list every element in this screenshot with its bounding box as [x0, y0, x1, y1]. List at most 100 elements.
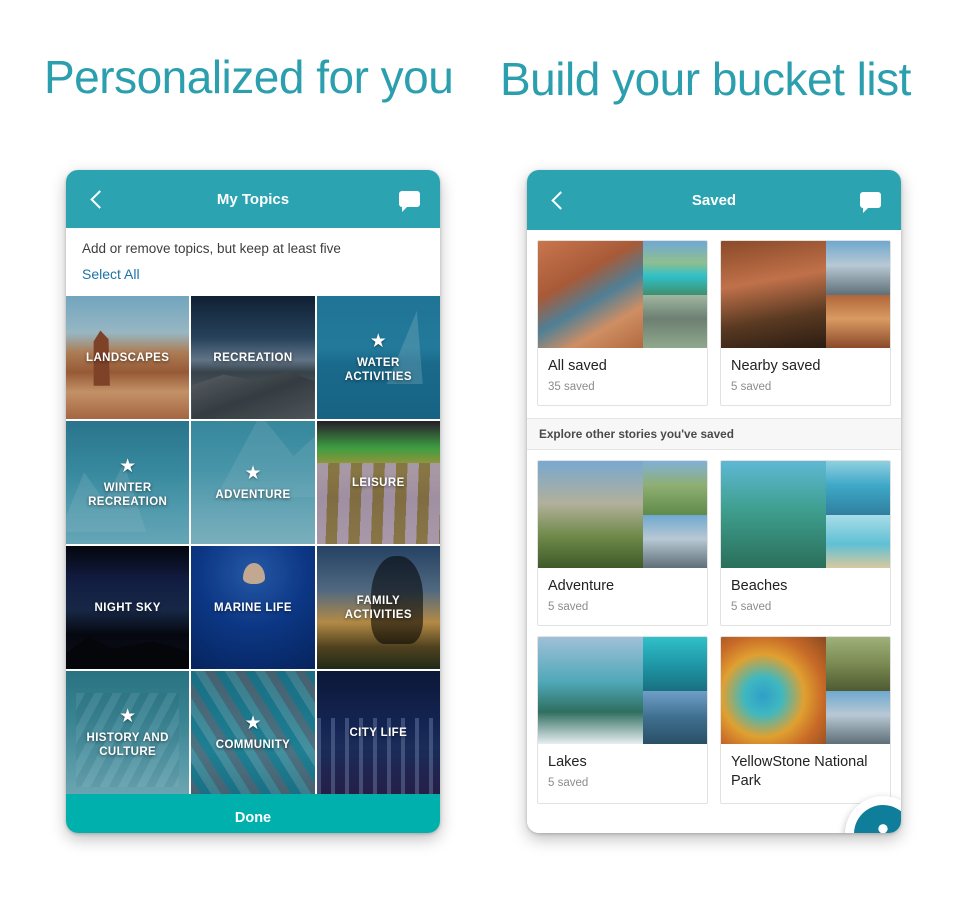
topic-tile[interactable]: ★ HISTORY AND CULTURE	[66, 671, 190, 794]
topics-hint: Add or remove topics, but keep at least …	[82, 241, 341, 256]
topic-label: HISTORY AND CULTURE	[86, 731, 169, 758]
topic-tile[interactable]: ★ COMMUNITY	[191, 671, 315, 794]
card-meta: Nearby saved 5 saved	[721, 348, 890, 405]
card-thumb-primary	[721, 637, 826, 744]
card-thumb-secondary	[825, 294, 890, 348]
card-thumb-secondary	[825, 690, 890, 744]
top-card-row: All saved 35 saved Nearby saved 5 saved	[527, 230, 901, 406]
card-thumbnails	[721, 637, 890, 744]
saved-card[interactable]: Lakes 5 saved	[537, 636, 708, 804]
topic-tile[interactable]: RECREATION	[191, 296, 315, 419]
card-thumb-secondary	[642, 241, 707, 295]
card-thumb-secondary	[642, 637, 707, 691]
card-title: Nearby saved	[731, 358, 821, 374]
card-title: YellowStone National Park	[731, 754, 868, 789]
card-meta: YellowStone National Park	[721, 744, 890, 803]
star-icon: ★	[244, 712, 262, 734]
done-button[interactable]: Done	[66, 794, 440, 833]
card-thumb-stack	[642, 637, 707, 744]
topic-tile[interactable]: LEISURE	[316, 421, 440, 544]
chat-bubble-icon	[398, 191, 420, 212]
star-icon: ★	[119, 455, 137, 477]
right-appbar-title: Saved	[691, 191, 737, 209]
card-thumb-stack	[825, 241, 890, 348]
saved-card[interactable]: Adventure 5 saved	[537, 460, 708, 626]
topic-tile[interactable]: ★ ADVENTURE	[191, 421, 315, 544]
saved-card[interactable]: YellowStone National Park	[720, 636, 891, 804]
topic-tile[interactable]: ★ WATER ACTIVITIES	[316, 296, 440, 419]
topic-label: MARINE LIFE	[214, 601, 292, 614]
story-card-row-1: Adventure 5 saved Beaches 5 saved	[527, 450, 901, 626]
card-title: Lakes	[548, 754, 587, 770]
card-thumb-secondary	[825, 241, 890, 295]
back-button[interactable]	[543, 185, 573, 215]
card-count: 35 saved	[548, 381, 595, 393]
card-thumb-stack	[642, 461, 707, 568]
card-thumbnails	[538, 461, 707, 568]
topic-label: RECREATION	[213, 351, 293, 364]
card-meta: Adventure 5 saved	[538, 568, 707, 625]
select-all-link[interactable]: Select All	[82, 266, 140, 282]
topic-tile[interactable]: MARINE LIFE	[191, 546, 315, 669]
topic-label: COMMUNITY	[215, 738, 291, 751]
topic-label: ADVENTURE	[215, 488, 291, 501]
card-thumb-secondary	[642, 690, 707, 744]
card-thumb-primary	[538, 461, 643, 568]
card-count: 5 saved	[731, 381, 772, 393]
topics-subheader: Add or remove topics, but keep at least …	[66, 228, 440, 296]
chat-bubble-icon	[859, 192, 881, 213]
topic-tile[interactable]: FAMILY ACTIVITIES	[316, 546, 440, 669]
back-chevron-icon	[551, 190, 570, 210]
page-title-right: Build your bucket list	[500, 53, 911, 105]
card-thumb-secondary	[642, 514, 707, 568]
poster-canvas: Personalized for you Build your bucket l…	[0, 0, 969, 900]
card-thumb-stack	[825, 461, 890, 568]
star-icon: ★	[119, 705, 137, 727]
topic-label: CITY LIFE	[349, 726, 408, 739]
topic-grid: LANDSCAPES RECREATION ★ WATER ACTIVITIES ★ WIN…	[66, 296, 440, 794]
card-thumb-secondary	[825, 514, 890, 568]
card-thumb-secondary	[642, 461, 707, 515]
explore-section-label: Explore other stories you've saved	[527, 418, 901, 450]
card-thumb-secondary	[825, 637, 890, 691]
card-thumbnails	[721, 241, 890, 348]
star-icon: ★	[244, 462, 262, 484]
story-card-row-2: Lakes 5 saved YellowStone National Park	[527, 626, 901, 804]
card-title: Beaches	[731, 578, 788, 594]
phone-screen-saved: Saved All saved 35 saved Nearby saved 5 sav…	[527, 170, 901, 833]
topic-tile[interactable]: NIGHT SKY	[66, 546, 190, 669]
saved-card[interactable]: Nearby saved 5 saved	[720, 240, 891, 406]
chat-button[interactable]	[394, 184, 424, 214]
topic-label: NIGHT SKY	[94, 601, 161, 614]
card-thumb-stack	[642, 241, 707, 348]
left-appbar: My Topics	[66, 170, 440, 228]
card-title: All saved	[548, 358, 607, 374]
topic-label: WATER ACTIVITIES	[344, 356, 412, 383]
left-appbar-title: My Topics	[216, 190, 290, 208]
card-count: 5 saved	[731, 601, 772, 613]
card-meta: Lakes 5 saved	[538, 744, 707, 801]
right-appbar: Saved	[527, 170, 901, 230]
topic-tile[interactable]: ★ WINTER RECREATION	[66, 421, 190, 544]
card-count: 5 saved	[548, 777, 589, 789]
topic-label: WINTER RECREATION	[88, 481, 168, 508]
topic-tile[interactable]: CITY LIFE	[316, 671, 440, 794]
topic-label: FAMILY ACTIVITIES	[344, 594, 412, 621]
back-button[interactable]	[82, 184, 112, 214]
star-icon: ★	[369, 330, 387, 352]
topic-label: LEISURE	[352, 476, 405, 489]
card-meta: Beaches 5 saved	[721, 568, 890, 625]
saved-card[interactable]: Beaches 5 saved	[720, 460, 891, 626]
topic-label: LANDSCAPES	[86, 351, 170, 364]
card-thumbnails	[538, 637, 707, 744]
card-thumb-primary	[721, 461, 826, 568]
card-thumbnails	[721, 461, 890, 568]
topic-tile[interactable]: LANDSCAPES	[66, 296, 190, 419]
card-thumb-stack	[825, 637, 890, 744]
saved-content: All saved 35 saved Nearby saved 5 saved Exp…	[527, 230, 901, 833]
profile-icon	[878, 824, 888, 833]
card-meta: All saved 35 saved	[538, 348, 707, 405]
saved-card[interactable]: All saved 35 saved	[537, 240, 708, 406]
page-title-left: Personalized for you	[44, 51, 454, 103]
chat-button[interactable]	[855, 185, 885, 215]
